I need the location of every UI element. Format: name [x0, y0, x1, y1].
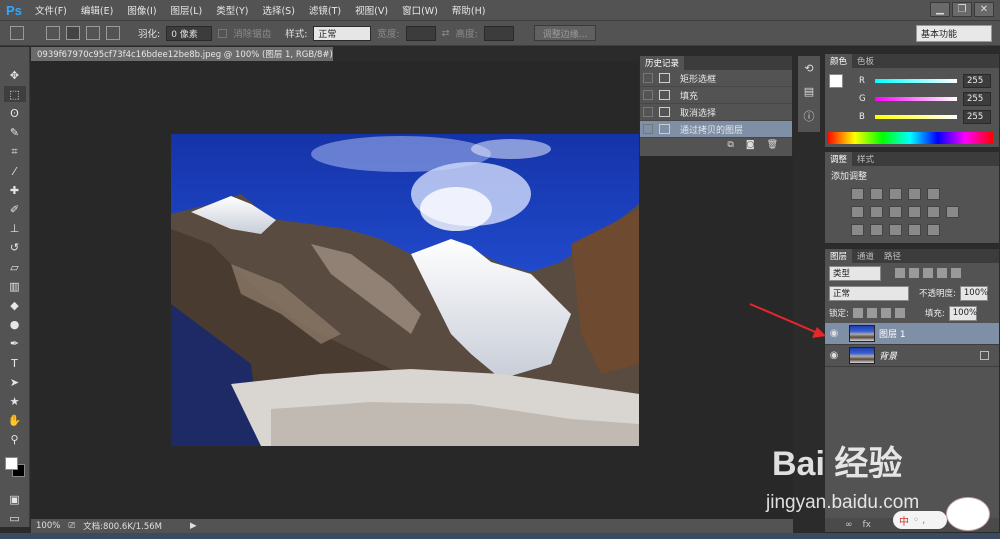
ime-punctuation-icon: ◦ ,	[913, 514, 926, 526]
watermark-url: jingyan.baidu.com	[766, 492, 920, 513]
annotation-arrow	[749, 303, 821, 335]
mascot-icon	[946, 497, 990, 531]
windows-taskbar	[0, 533, 1000, 539]
watermark-brand: Bai 经验	[772, 445, 903, 483]
ime-toolbar[interactable]: 中 ◦ ,	[893, 511, 947, 529]
ime-mode-label: 中	[899, 516, 909, 528]
